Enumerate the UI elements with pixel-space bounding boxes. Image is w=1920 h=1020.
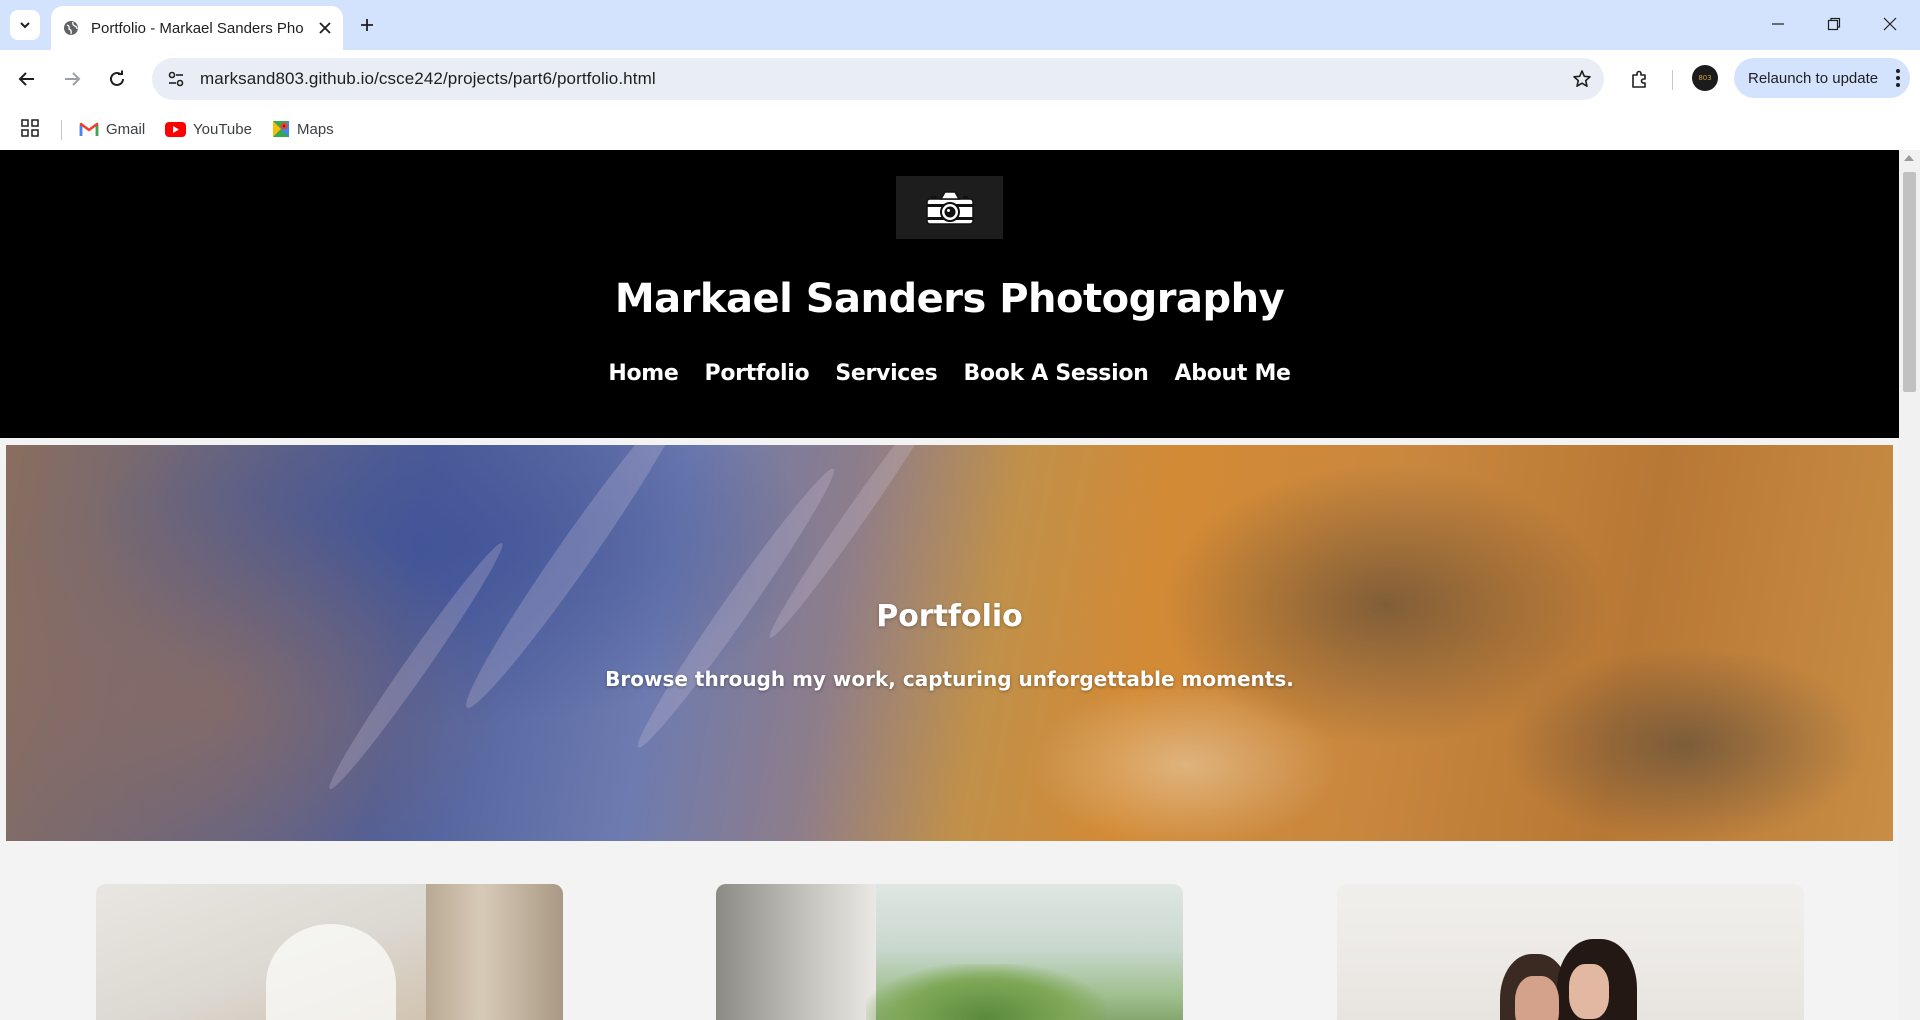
- browser-toolbar: marksand803.github.io/csce242/projects/p…: [0, 50, 1920, 108]
- profile-avatar-text: 803: [1698, 74, 1712, 82]
- tab-close-button[interactable]: [319, 22, 331, 34]
- tab-strip: Portfolio - Markael Sanders Photography: [0, 0, 1920, 50]
- gallery-card-graduation[interactable]: [716, 884, 1183, 1020]
- site-header: Markael Sanders Photography Home Portfol…: [0, 150, 1899, 438]
- scroll-up-arrow-icon[interactable]: [1904, 155, 1914, 161]
- nav-portfolio[interactable]: Portfolio: [705, 361, 810, 386]
- nav-about-me[interactable]: About Me: [1175, 361, 1291, 386]
- page-viewport: Markael Sanders Photography Home Portfol…: [0, 150, 1920, 1020]
- gallery-card-couple[interactable]: [1337, 884, 1804, 1020]
- nav-services[interactable]: Services: [835, 361, 937, 386]
- puzzle-icon: [1632, 70, 1646, 88]
- toolbar-divider: [1672, 70, 1673, 90]
- hero-banner: Portfolio Browse through my work, captur…: [6, 445, 1893, 841]
- plus-icon: [361, 19, 373, 31]
- gallery-card-wedding[interactable]: [96, 884, 563, 1020]
- tab-title: Portfolio - Markael Sanders Photography: [91, 19, 303, 37]
- tune-icon: [168, 71, 184, 87]
- profile-avatar[interactable]: 803: [1692, 65, 1718, 91]
- page-scrollbar[interactable]: [1899, 150, 1920, 1020]
- apps-grid-icon: [21, 119, 39, 137]
- minimize-button[interactable]: [1750, 0, 1806, 48]
- tab-search-button[interactable]: [10, 10, 40, 40]
- nav-book-a-session[interactable]: Book A Session: [963, 361, 1148, 386]
- photo-detail: [1569, 964, 1609, 1019]
- relaunch-label: Relaunch to update: [1748, 69, 1879, 87]
- close-icon: [319, 22, 331, 34]
- relaunch-button[interactable]: Relaunch to update: [1734, 58, 1910, 98]
- bookmark-label: Gmail: [106, 120, 146, 138]
- bookmarks-divider: [61, 120, 62, 140]
- photo-detail: [866, 964, 1106, 1020]
- photo-detail: [1515, 976, 1559, 1020]
- globe-icon: [64, 21, 78, 35]
- bookmarks-bar: Gmail YouTube Maps: [0, 108, 1920, 150]
- chevron-down-icon: [20, 22, 30, 29]
- main-nav: Home Portfolio Services Book A Session A…: [0, 361, 1899, 386]
- bookmark-maps[interactable]: Maps: [272, 116, 334, 142]
- extensions-button[interactable]: [1622, 62, 1656, 96]
- star-icon: [1573, 70, 1591, 87]
- site-title: Markael Sanders Photography: [614, 276, 1285, 322]
- nav-home[interactable]: Home: [608, 361, 678, 386]
- hero-title: Portfolio: [876, 599, 1023, 634]
- reload-icon: [110, 70, 124, 86]
- maps-icon: [272, 120, 290, 138]
- bookmark-youtube[interactable]: YouTube: [165, 116, 252, 142]
- site-logo[interactable]: [896, 176, 1003, 239]
- apps-button[interactable]: [20, 118, 40, 138]
- more-vertical-icon: [1896, 69, 1900, 87]
- minimize-icon: [1772, 23, 1784, 25]
- photo-detail: [266, 924, 396, 1020]
- new-tab-button[interactable]: [352, 10, 382, 40]
- address-bar[interactable]: marksand803.github.io/csce242/projects/p…: [152, 58, 1604, 100]
- photo-detail: [716, 884, 876, 1020]
- restore-button[interactable]: [1806, 0, 1862, 48]
- photo-detail: [426, 884, 563, 1020]
- browser-menu-button[interactable]: [1896, 69, 1900, 87]
- back-button[interactable]: [10, 62, 44, 96]
- browser-tab[interactable]: Portfolio - Markael Sanders Photography: [51, 6, 343, 50]
- restore-icon: [1827, 17, 1841, 31]
- bookmark-star-button[interactable]: [1572, 69, 1592, 89]
- arrow-right-icon: [65, 72, 81, 86]
- reload-button[interactable]: [100, 62, 134, 96]
- forward-button[interactable]: [55, 62, 89, 96]
- bookmark-gmail[interactable]: Gmail: [79, 116, 145, 142]
- scrollbar-thumb[interactable]: [1903, 172, 1916, 392]
- url-text: marksand803.github.io/csce242/projects/p…: [200, 69, 656, 88]
- camera-icon: [925, 190, 974, 225]
- close-icon: [1883, 17, 1897, 31]
- youtube-icon: [165, 121, 186, 137]
- window-close-button[interactable]: [1862, 0, 1918, 48]
- bookmark-label: YouTube: [193, 120, 252, 138]
- bookmark-label: Maps: [297, 120, 334, 138]
- gmail-icon: [79, 121, 99, 137]
- hero-subtitle: Browse through my work, capturing unforg…: [605, 667, 1294, 691]
- site-info-button[interactable]: [162, 65, 190, 93]
- arrow-left-icon: [18, 72, 34, 86]
